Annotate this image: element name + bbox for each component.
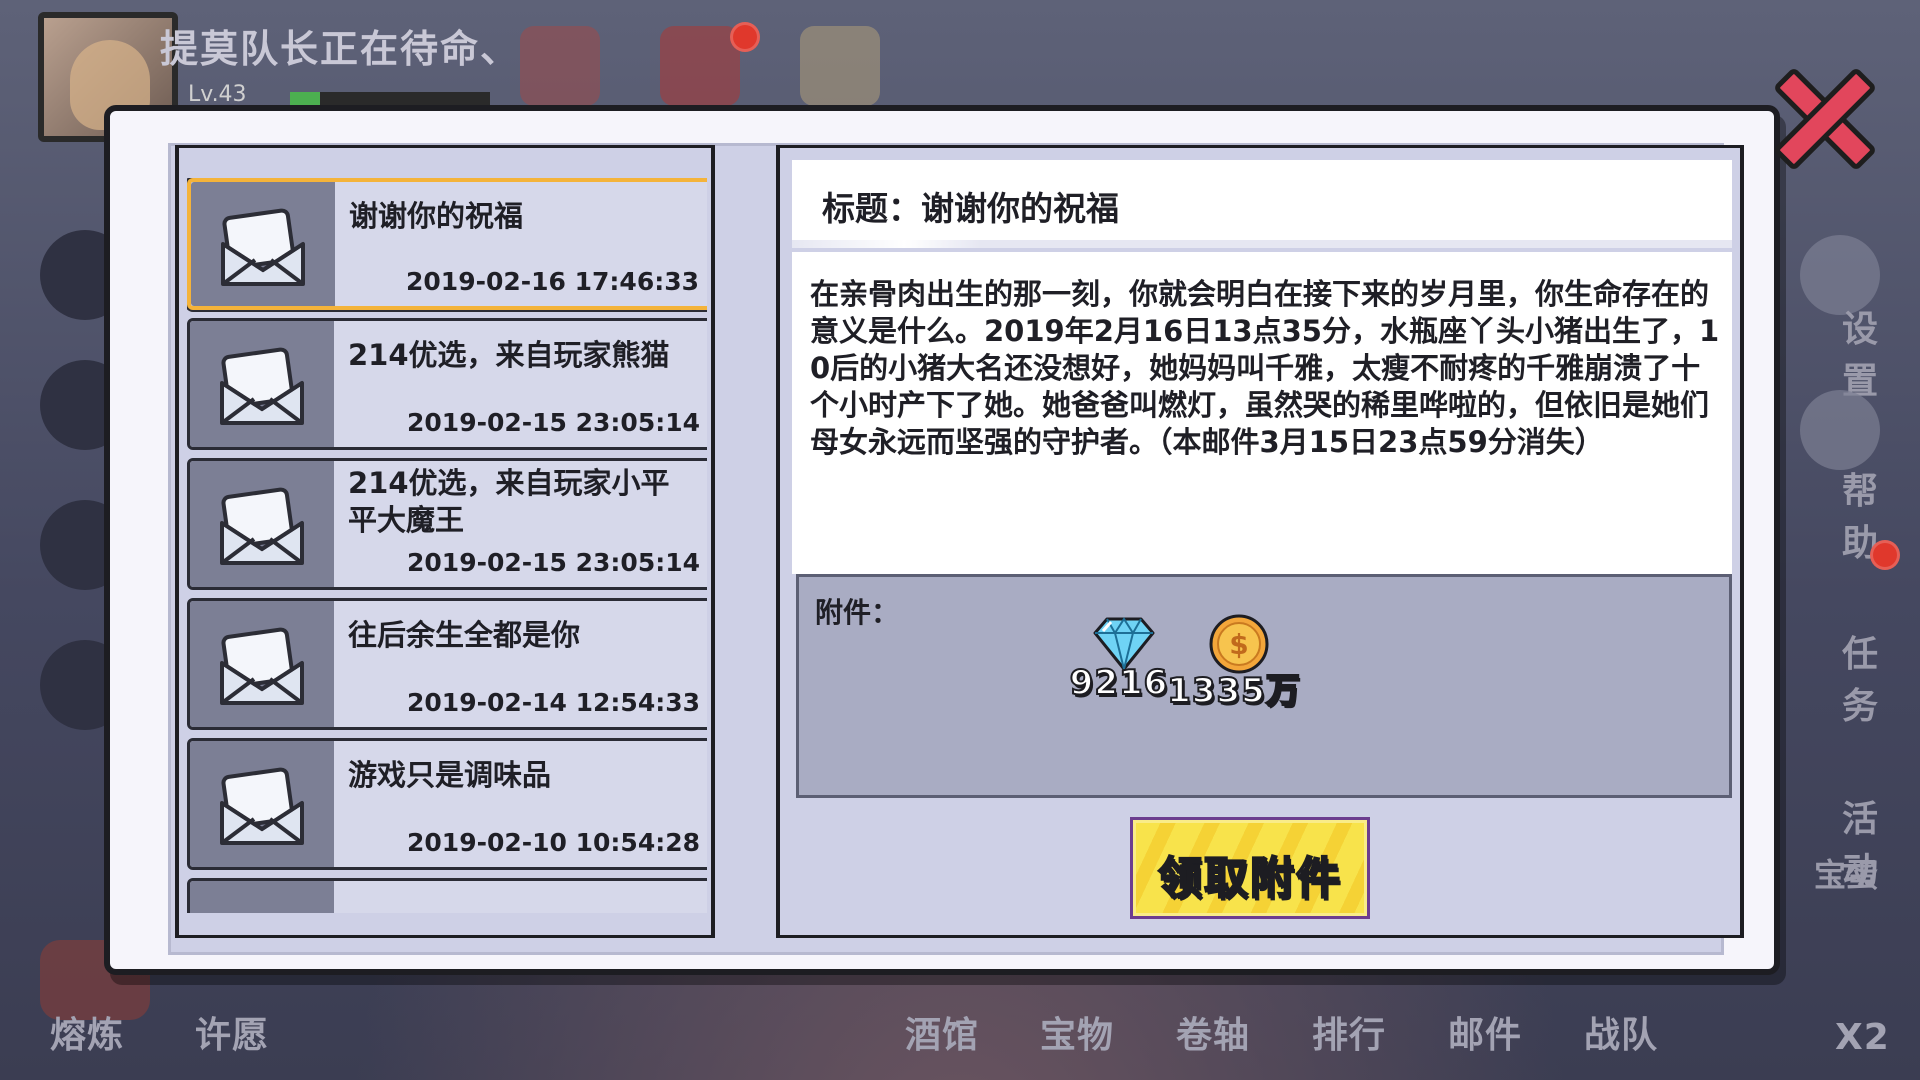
mail-title: 谢谢你的祝福 [349, 199, 524, 233]
side-menu-settings: 设置 [1841, 309, 1878, 402]
envelope-icon [220, 347, 304, 425]
notification-dot [1870, 540, 1900, 570]
attachment-box: 附件： 9216 $ 1335万 [796, 574, 1732, 798]
envelope-icon [220, 487, 304, 565]
letter-icon [800, 26, 880, 106]
mail-item[interactable]: 往后余生全都是你 2019-02-14 12:54:33 [187, 598, 707, 730]
mail-time: 2019-02-16 17:46:33 [406, 267, 699, 296]
bottom-menu-tavern: 酒馆 [905, 1015, 980, 1056]
mail-time: 2019-02-15 23:05:14 [407, 548, 700, 577]
bottom-menu-smelt: 熔炼 [50, 1015, 125, 1056]
player-level: Lv.43 [188, 82, 247, 107]
mail-body-box: 在亲骨肉出生的那一刻，你就会明白在接下来的岁月里，你生命存在的意义是什么。201… [792, 252, 1732, 574]
claim-button-label: 领取附件 [1157, 852, 1342, 905]
mail-time: 2019-02-15 23:05:14 [407, 408, 700, 437]
notification-dot [730, 22, 760, 52]
side-menu-help: 帮助 [1841, 471, 1878, 564]
mail-item[interactable]: 214优选，来自玩家熊猫 2019-02-15 23:05:14 [187, 318, 707, 450]
subject-bar: 标题：谢谢你的祝福 [792, 160, 1732, 248]
bottom-menu-treasure: 宝物 [1040, 1015, 1115, 1056]
red-envelope-icon [660, 26, 740, 106]
mail-icon-box [190, 601, 334, 727]
mail-item[interactable]: 214优选，来自玩家小平平大魔王 2019-02-15 23:05:14 [187, 458, 707, 590]
mail-time: 2019-02-10 10:54:28 [407, 828, 700, 857]
bottom-menu-rank: 排行 [1312, 1015, 1387, 1056]
reward-gold: $ 1335万 [1166, 613, 1301, 713]
bottom-menu-scroll: 卷轴 [1176, 1015, 1251, 1056]
mail-item[interactable]: 谢谢你的祝福 2019-02-16 17:46:33 [187, 178, 707, 310]
mail-time: 2019-02-14 12:54:33 [407, 688, 700, 717]
side-menu-egg: 宝蛋 [1813, 856, 1878, 894]
reward-amount: 1335万 [1166, 670, 1301, 712]
mail-title: 214优选，来自玩家熊猫 [348, 338, 670, 372]
mail-title: 往后余生全都是你 [348, 618, 581, 652]
mail-item-partial[interactable] [187, 878, 707, 913]
bottom-menu-wish: 许愿 [195, 1015, 270, 1056]
mail-detail-panel: 标题：谢谢你的祝福 在亲骨肉出生的那一刻，你就会明白在接下来的岁月里，你生命存在… [776, 145, 1744, 938]
mail-list[interactable]: 谢谢你的祝福 2019-02-16 17:46:33 214优选，来自玩家熊猫 … [187, 178, 707, 913]
svg-text:$: $ [1229, 628, 1248, 661]
close-button[interactable] [1758, 52, 1888, 182]
side-menu-tasks: 任务 [1841, 634, 1878, 727]
player-name: 提莫队长正在待命、 [160, 27, 521, 71]
mail-subject: 标题：谢谢你的祝福 [822, 189, 1119, 228]
helmet-icon [520, 26, 600, 106]
mail-icon-box [190, 321, 334, 447]
mail-item[interactable]: 游戏只是调味品 2019-02-10 10:54:28 [187, 738, 707, 870]
exp-bar [290, 92, 490, 106]
claim-attachment-button[interactable]: 领取附件 [1130, 817, 1370, 919]
mail-icon-box [190, 741, 334, 867]
mail-icon-box [190, 461, 334, 587]
bottom-menu-mail: 邮件 [1448, 1015, 1523, 1056]
envelope-icon [221, 208, 305, 286]
mail-icon-box [191, 182, 335, 306]
attachment-label: 附件： [815, 596, 900, 629]
bottom-menu-team: 战队 [1584, 1015, 1659, 1056]
envelope-icon [220, 627, 304, 705]
speed-label: X2 [1835, 1017, 1890, 1058]
help-icon [1800, 390, 1880, 470]
envelope-icon [220, 767, 304, 845]
mail-icon-box [190, 881, 334, 913]
mail-title: 游戏只是调味品 [348, 758, 552, 792]
mail-body: 在亲骨肉出生的那一刻，你就会明白在接下来的岁月里，你生命存在的意义是什么。201… [810, 277, 1720, 459]
mail-title: 214优选，来自玩家小平平大魔王 [348, 466, 670, 537]
mail-list-panel: 谢谢你的祝福 2019-02-16 17:46:33 214优选，来自玩家熊猫 … [175, 145, 715, 938]
